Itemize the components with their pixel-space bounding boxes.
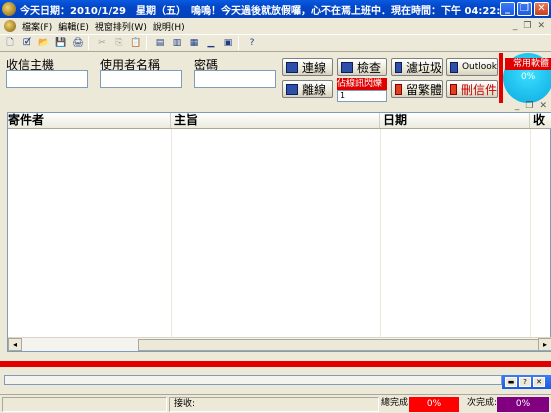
status-receive: 接收: — [169, 397, 379, 412]
inner-close-button[interactable]: ✕ — [539, 101, 547, 111]
keep-icon — [395, 83, 402, 95]
keep-traditional-button[interactable]: 留繁體 — [391, 80, 443, 98]
print-icon[interactable]: 🖨 — [71, 37, 85, 50]
mdi-close-button[interactable]: ✕ — [537, 21, 545, 31]
scroll-left-icon[interactable]: ◂ — [8, 338, 22, 351]
list-header: 寄件者 主旨 日期 收 — [8, 113, 551, 129]
mail-list[interactable]: 寄件者 主旨 日期 收 ◂ ▸ — [7, 112, 551, 352]
delete-mail-button[interactable]: 刪信件 — [446, 80, 498, 98]
column-divider — [530, 129, 531, 339]
window-title: 今天日期：2010/1/29 星期（五） 嗚嗚！今天過後就放假囉，心不在焉上班中… — [20, 5, 500, 17]
minimize-button[interactable]: _ — [500, 2, 515, 16]
help-icon[interactable]: ? — [245, 37, 259, 50]
status-panel-blank — [2, 397, 167, 412]
toolbar-separator — [88, 36, 89, 50]
server-input[interactable] — [6, 70, 88, 88]
outlook-label: Outlook — [461, 62, 497, 72]
progress-bar — [4, 375, 502, 385]
column-divider — [171, 129, 172, 339]
menu-bar: 檔案(F) 編輯(E) 視窗排列(W) 說明(H) _ ❐ ✕ — [0, 18, 551, 34]
toolbar: 🗋 🗹 📂 💾 🖨 ✂ ⎘ 📋 ▤ ▥ ▦ ▁ ▣ ? — [0, 34, 551, 52]
keep-traditional-label: 留繁體 — [405, 82, 442, 97]
app-window: 今天日期：2010/1/29 星期（五） 嗚嗚！今天過後就放假囉，心不在焉上班中… — [0, 0, 551, 413]
cascade-icon[interactable]: ▤ — [153, 37, 167, 50]
tile-vertical-icon[interactable]: ▦ — [187, 37, 201, 50]
delete-mail-label: 刪信件 — [460, 82, 497, 97]
new-icon[interactable]: 🗋 — [3, 37, 17, 50]
mdi-restore-button[interactable]: ❐ — [523, 21, 531, 31]
delete-icon — [450, 83, 457, 95]
column-divider — [380, 129, 381, 339]
menu-window[interactable]: 視窗排列(W) — [95, 20, 147, 33]
toolbar-separator — [238, 36, 239, 50]
disconnect-label: 離線 — [302, 82, 327, 97]
inner-restore-button[interactable]: ❐ — [525, 101, 533, 111]
favorites-label[interactable]: 常用軟體 — [505, 58, 551, 70]
menu-logo-icon[interactable] — [4, 20, 16, 32]
save-icon[interactable]: 💾 — [54, 37, 68, 50]
filter-spam-button[interactable]: 濾垃圾 — [391, 58, 443, 76]
arrange-icon[interactable]: ▣ — [221, 37, 235, 50]
mini-dock: ▬ ? ✕ — [502, 375, 551, 389]
filter-icon — [395, 61, 402, 73]
mdi-controls: _ ❐ ✕ — [513, 21, 545, 31]
check-label: 檢查 — [357, 60, 382, 75]
toolbar-separator — [146, 36, 147, 50]
outlook-button[interactable]: Outlook — [446, 58, 498, 76]
connect-icon — [286, 61, 298, 73]
check-button[interactable]: 檢查 — [337, 58, 387, 76]
mail-list-window: _ ❐ ✕ 寄件者 主旨 日期 收 ◂ ▸ — [0, 101, 551, 353]
globe-percent: 0% — [521, 72, 536, 82]
scroll-thumb[interactable] — [138, 339, 544, 351]
edit-icon[interactable]: 🗹 — [20, 37, 34, 50]
restore-button[interactable]: ❐ — [517, 2, 532, 16]
filter-spam-label: 濾垃圾 — [405, 60, 442, 75]
cut-icon[interactable]: ✂ — [95, 37, 109, 50]
copy-icon[interactable]: ⎘ — [112, 37, 126, 50]
status-sub-value: 0% — [497, 397, 549, 412]
password-input[interactable] — [194, 70, 276, 88]
menu-file[interactable]: 檔案(F) — [22, 20, 52, 33]
horizontal-scrollbar[interactable]: ◂ ▸ — [8, 337, 551, 351]
tile-horizontal-icon[interactable]: ▥ — [170, 37, 184, 50]
username-input[interactable] — [100, 70, 182, 88]
column-received[interactable]: 收 — [530, 113, 551, 128]
disconnect-icon — [286, 83, 298, 95]
status-total-value: 0% — [409, 397, 459, 412]
inner-title-bar: _ ❐ ✕ — [0, 101, 551, 112]
disconnect-button[interactable]: 離線 — [282, 80, 333, 98]
title-bar[interactable]: 今天日期：2010/1/29 星期（五） 嗚嗚！今天過後就放假囉，心不在焉上班中… — [0, 0, 551, 18]
inner-window-controls: _ ❐ ✕ — [515, 101, 547, 111]
connect-button[interactable]: 連線 — [282, 58, 333, 76]
dock-close-button[interactable]: ✕ — [533, 377, 545, 387]
column-date[interactable]: 日期 — [380, 113, 530, 128]
mdi-minimize-button[interactable]: _ — [513, 21, 518, 31]
status-total-label: 總完成: — [381, 398, 409, 408]
app-logo-icon — [2, 2, 16, 16]
status-bar: 接收: 總完成: 0% 次完成: 0% — [0, 394, 551, 413]
red-separator — [0, 361, 551, 367]
menu-help[interactable]: 說明(H) — [153, 20, 185, 33]
dock-minimize-button[interactable]: ▬ — [505, 377, 517, 387]
counter-field[interactable]: 1 — [337, 90, 387, 102]
busy-indicator: 佔線訊閃爍 — [337, 78, 387, 90]
paste-icon[interactable]: 📋 — [129, 37, 143, 50]
column-sender[interactable]: 寄件者 — [8, 113, 171, 128]
open-folder-icon[interactable]: 📂 — [37, 37, 51, 50]
close-button[interactable]: ✕ — [534, 2, 549, 16]
outlook-icon — [450, 61, 458, 73]
column-subject[interactable]: 主旨 — [171, 113, 380, 128]
inner-minimize-button[interactable]: _ — [515, 101, 520, 111]
menu-edit[interactable]: 編輯(E) — [58, 20, 89, 33]
dock-help-button[interactable]: ? — [519, 377, 531, 387]
status-sub-label: 次完成: — [467, 398, 497, 408]
check-icon — [341, 61, 353, 73]
minimize-all-icon[interactable]: ▁ — [204, 37, 218, 50]
connect-label: 連線 — [302, 60, 327, 75]
scroll-right-icon[interactable]: ▸ — [538, 338, 551, 351]
